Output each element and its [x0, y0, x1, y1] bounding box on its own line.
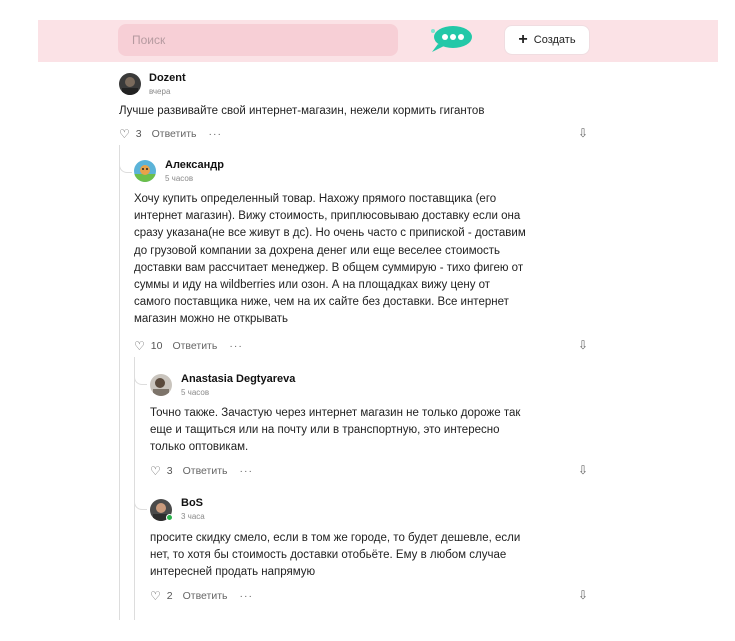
comment-author[interactable]: BoS — [181, 497, 203, 509]
heart-icon[interactable]: ♡ — [150, 464, 161, 478]
comment-actions: ♡ 2 Ответить ··· — [150, 589, 253, 603]
avatar[interactable] — [134, 160, 156, 182]
create-button-label: Создать — [533, 34, 576, 46]
comment-time: 3 часа — [181, 512, 205, 521]
reply-button[interactable]: Ответить — [183, 590, 228, 602]
collapse-arrow-icon[interactable]: ⇩ — [578, 338, 588, 352]
reply-button[interactable]: Ответить — [152, 128, 197, 140]
comment-actions: ♡ 3 Ответить ··· — [119, 127, 222, 141]
like-count: 3 — [135, 128, 142, 140]
heart-icon[interactable]: ♡ — [119, 127, 130, 141]
collapse-arrow-icon[interactable]: ⇩ — [578, 588, 588, 602]
chat-bubble-icon[interactable] — [426, 24, 476, 54]
comment-actions: ♡ 10 Ответить ··· — [134, 339, 243, 353]
thread-line — [119, 145, 120, 620]
comment-time: 5 часов — [181, 388, 210, 397]
comment-text: Точно также. Зачастую через интернет маг… — [150, 407, 521, 454]
search-input[interactable]: Поиск — [118, 24, 398, 56]
thread-connector — [119, 145, 132, 173]
reply-button[interactable]: Ответить — [183, 465, 228, 477]
comment-time: вчера — [149, 87, 171, 96]
comment-author[interactable]: Anastasia Degtyareva — [181, 373, 295, 385]
thread-connector — [134, 357, 147, 385]
like-count: 10 — [150, 340, 163, 352]
create-button[interactable]: + Создать — [504, 25, 590, 55]
plus-icon: + — [518, 31, 528, 48]
comment-text: Хочу купить определенный товар. Нахожу п… — [134, 193, 526, 326]
heart-icon[interactable]: ♡ — [150, 589, 161, 603]
thread-connector — [134, 485, 147, 510]
comment-text: Лучше развивайте свой интернет-магазин, … — [119, 105, 485, 117]
top-bar: Поиск + Создать — [38, 20, 718, 62]
avatar[interactable] — [119, 73, 141, 95]
more-button[interactable]: ··· — [229, 340, 243, 352]
collapse-arrow-icon[interactable]: ⇩ — [578, 463, 588, 477]
like-count: 3 — [166, 465, 173, 477]
comment-text: просите скидку смело, если в том же горо… — [150, 532, 521, 579]
comment-time: 5 часов — [165, 174, 194, 183]
heart-icon[interactable]: ♡ — [134, 339, 145, 353]
reply-button[interactable]: Ответить — [172, 340, 217, 352]
comment-actions: ♡ 3 Ответить ··· — [150, 464, 253, 478]
collapse-arrow-icon[interactable]: ⇩ — [578, 126, 588, 140]
more-button[interactable]: ··· — [240, 465, 254, 477]
more-button[interactable]: ··· — [209, 128, 223, 140]
comment-author[interactable]: Александр — [165, 159, 224, 171]
avatar[interactable] — [150, 374, 172, 396]
comment-author[interactable]: Dozent — [149, 72, 186, 84]
online-status-icon — [166, 514, 173, 521]
more-button[interactable]: ··· — [240, 590, 254, 602]
like-count: 2 — [166, 590, 173, 602]
